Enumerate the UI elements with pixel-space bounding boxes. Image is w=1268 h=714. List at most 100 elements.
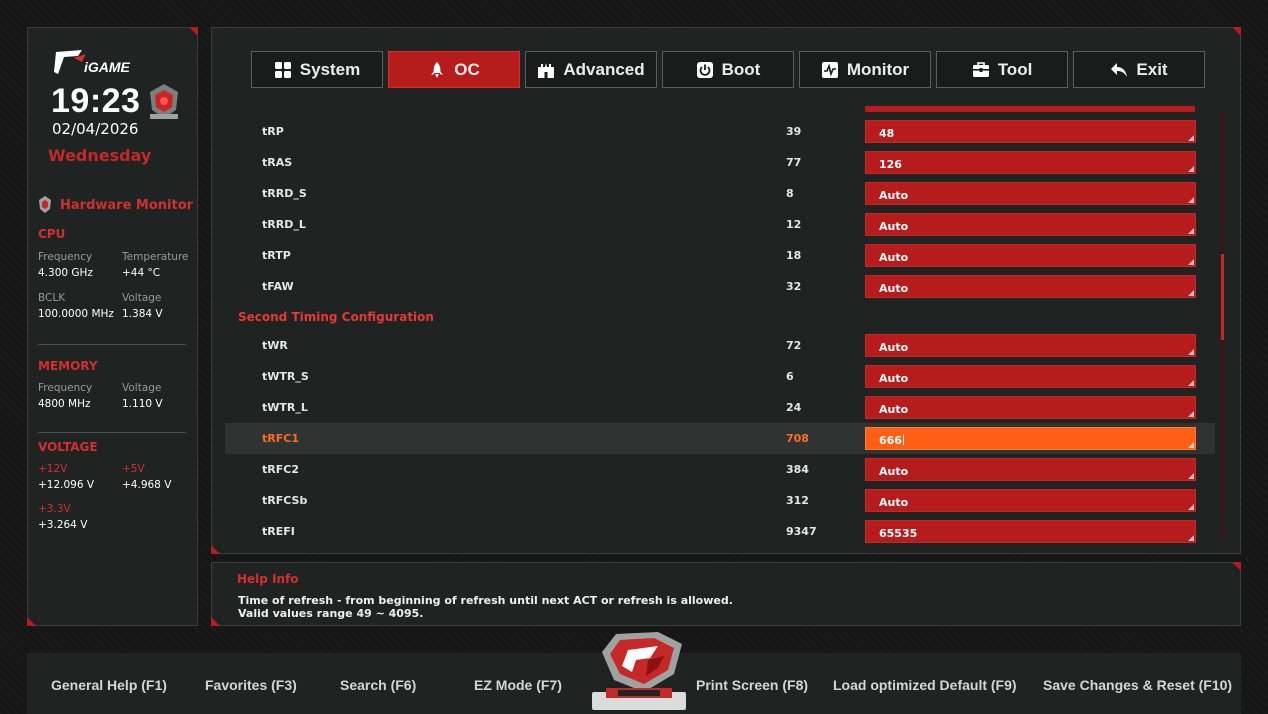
help-panel: Help Info Time of refresh - from beginni… — [211, 562, 1241, 626]
igame-emblem-logo — [592, 632, 686, 710]
tab-label: System — [299, 59, 361, 79]
setting-row-tras[interactable]: tRAS 77 126 — [225, 147, 1215, 178]
setting-name: tRRD_S — [262, 187, 307, 200]
tab-oc[interactable]: OC — [388, 51, 520, 88]
tab-monitor[interactable]: Monitor — [799, 51, 931, 88]
tab-bar: System OC Advanced Boot Monitor Tool Exi… — [251, 51, 1205, 88]
scrollbar[interactable] — [1221, 110, 1224, 538]
setting-row-tfaw[interactable]: tFAW 32 Auto — [225, 271, 1215, 302]
setting-name: tRRD_L — [262, 218, 306, 231]
setting-row-trefi[interactable]: tREFI 9347 65535 — [225, 516, 1215, 547]
value-input-active[interactable]: 666 — [865, 427, 1196, 450]
cpu-voltage: Voltage 1.384 V — [122, 292, 163, 320]
tab-tool[interactable]: Tool — [936, 51, 1068, 88]
date-display: 02/04/2026 — [52, 120, 139, 138]
cpu-bclk: BCLK 100.0000 MHz — [38, 292, 114, 320]
voltage-3v3: +3.3V +3.264 V — [38, 503, 88, 531]
setting-name: tREFI — [262, 525, 295, 538]
castle-icon — [538, 62, 555, 78]
save-reset-button[interactable]: Save Changes & Reset (F10) — [1043, 677, 1232, 693]
setting-row-twtr-s[interactable]: tWTR_S 6 Auto — [225, 361, 1215, 392]
setting-row-trfcsb[interactable]: tRFCSb 312 Auto — [225, 485, 1215, 516]
divider — [38, 344, 186, 345]
value-field[interactable]: Auto — [865, 489, 1196, 512]
memory-heading: MEMORY — [38, 359, 98, 373]
value-field[interactable]: Auto — [865, 365, 1196, 388]
value-field[interactable]: 126 — [865, 151, 1196, 174]
text-caret — [902, 434, 904, 445]
current-value: 77 — [786, 156, 802, 169]
favorites-button[interactable]: Favorites (F3) — [205, 677, 297, 693]
current-value: 24 — [786, 401, 802, 414]
value-field[interactable]: Auto — [865, 182, 1196, 205]
tab-advanced[interactable]: Advanced — [525, 51, 657, 88]
current-value: 72 — [786, 339, 802, 352]
tab-boot[interactable]: Boot — [662, 51, 794, 88]
value-field[interactable]: 65535 — [865, 520, 1196, 543]
setting-name: tRTP — [262, 249, 291, 262]
divider — [38, 432, 186, 433]
pulse-icon — [821, 61, 838, 78]
svg-text:iGAME: iGAME — [84, 59, 131, 75]
tab-label: Boot — [721, 59, 761, 79]
main-panel: System OC Advanced Boot Monitor Tool Exi… — [211, 27, 1241, 554]
back-arrow-icon — [1111, 62, 1128, 77]
help-text-line: Time of refresh - from beginning of refr… — [238, 594, 733, 607]
setting-row-trtp[interactable]: tRTP 18 Auto — [225, 240, 1215, 271]
monitor-crystal-icon — [39, 196, 51, 213]
general-help-button[interactable]: General Help (F1) — [51, 677, 167, 693]
current-value: 384 — [786, 463, 809, 476]
partial-field — [865, 106, 1195, 112]
toolbox-icon — [972, 61, 989, 77]
value-field[interactable]: Auto — [865, 396, 1196, 419]
setting-name: tWR — [262, 339, 288, 352]
scrollbar-thumb[interactable] — [1221, 254, 1224, 340]
current-value: 32 — [786, 280, 802, 293]
ez-mode-button[interactable]: EZ Mode (F7) — [474, 677, 562, 693]
value-field[interactable]: Auto — [865, 334, 1196, 357]
value-field[interactable]: Auto — [865, 244, 1196, 267]
tab-label: Exit — [1136, 59, 1168, 79]
value-field[interactable]: 48 — [865, 120, 1196, 143]
setting-name: tRFC1 — [262, 432, 299, 445]
hardware-monitor-header: Hardware Monitor — [38, 194, 193, 216]
current-value: 12 — [786, 218, 802, 231]
igame-logo: iGAME — [54, 50, 131, 75]
input-text: 666 — [879, 434, 902, 447]
current-value: 18 — [786, 249, 802, 262]
setting-row-trrd-l[interactable]: tRRD_L 12 Auto — [225, 209, 1215, 240]
power-icon — [696, 61, 713, 78]
cpu-frequency: Frequency 4.300 GHz — [38, 251, 93, 279]
setting-row-trfc1[interactable]: tRFC1 708 666 — [225, 423, 1215, 454]
tab-exit[interactable]: Exit — [1073, 51, 1205, 88]
clock-time: 19:23 — [51, 82, 141, 120]
setting-name: tWTR_S — [262, 370, 309, 383]
cpu-heading: CPU — [38, 227, 66, 241]
setting-row-trp[interactable]: tRP 39 48 — [225, 116, 1215, 147]
value-field[interactable]: Auto — [865, 275, 1196, 298]
load-default-button[interactable]: Load optimized Default (F9) — [833, 677, 1017, 693]
setting-row-twtr-l[interactable]: tWTR_L 24 Auto — [225, 392, 1215, 423]
print-screen-button[interactable]: Print Screen (F8) — [696, 677, 808, 693]
current-value: 8 — [786, 187, 794, 200]
current-value: 708 — [786, 432, 809, 445]
value-field[interactable]: Auto — [865, 458, 1196, 481]
memory-voltage: Voltage 1.110 V — [122, 382, 163, 410]
grid-icon — [274, 61, 291, 78]
setting-row-trfc2[interactable]: tRFC2 384 Auto — [225, 454, 1215, 485]
setting-row-twr[interactable]: tWR 72 Auto — [225, 330, 1215, 361]
tab-label: OC — [454, 59, 480, 79]
setting-row-trrd-s[interactable]: tRRD_S 8 Auto — [225, 178, 1215, 209]
setting-name: tRP — [262, 125, 284, 138]
rocket-icon — [431, 61, 444, 78]
search-button[interactable]: Search (F6) — [340, 677, 416, 693]
setting-name: tRFC2 — [262, 463, 299, 476]
voltage-5v: +5V +4.968 V — [122, 463, 172, 491]
value-field[interactable]: Auto — [865, 213, 1196, 236]
tab-label: Advanced — [563, 59, 645, 79]
tab-system[interactable]: System — [251, 51, 383, 88]
voltage-heading: VOLTAGE — [38, 440, 98, 454]
tab-label: Monitor — [846, 59, 910, 79]
crystal-emblem-icon — [150, 84, 178, 119]
setting-name: tFAW — [262, 280, 294, 293]
